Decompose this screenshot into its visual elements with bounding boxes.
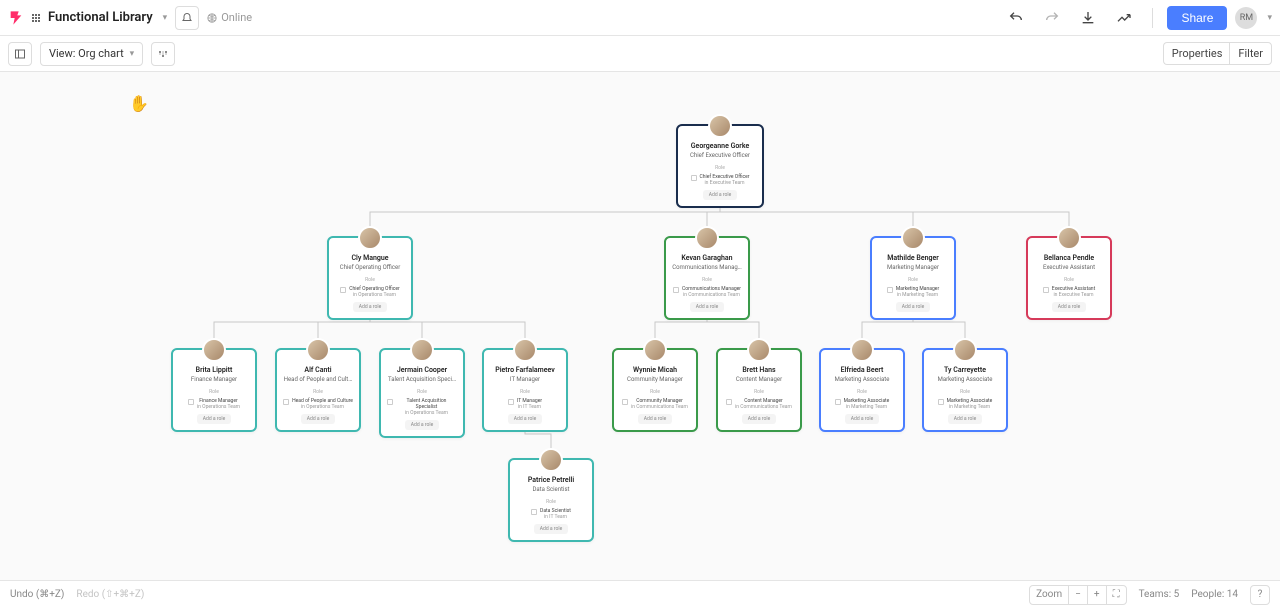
redo-label[interactable]: Redo (⇧+⌘+Z) xyxy=(76,589,144,600)
apps-icon[interactable] xyxy=(32,14,40,22)
card-cm[interactable]: Wynnie Micah Community Manager Role Comm… xyxy=(612,348,698,432)
avatar xyxy=(695,226,719,250)
avatar xyxy=(513,338,537,362)
redo-icon[interactable] xyxy=(1038,4,1066,32)
notification-button[interactable] xyxy=(175,6,199,30)
add-role-button[interactable]: Add a role xyxy=(948,414,982,424)
filter-button[interactable]: Filter xyxy=(1229,42,1272,65)
card-coo[interactable]: Cly Mangue Chief Operating Officer Role … xyxy=(327,236,413,320)
add-role-button[interactable]: Add a role xyxy=(301,414,335,424)
avatar xyxy=(1057,226,1081,250)
download-icon[interactable] xyxy=(1074,4,1102,32)
chevron-down-icon[interactable]: ▾ xyxy=(163,13,168,23)
properties-button[interactable]: Properties xyxy=(1163,42,1231,65)
checkbox[interactable] xyxy=(387,399,393,405)
user-menu-chevron[interactable]: ▾ xyxy=(1267,13,1272,23)
connector-lines xyxy=(0,72,1280,580)
add-role-button[interactable]: Add a role xyxy=(742,414,776,424)
zoom-out[interactable]: − xyxy=(1069,586,1088,604)
zoom-fit[interactable]: ⛶ xyxy=(1107,586,1126,604)
avatar xyxy=(410,338,434,362)
help-button[interactable]: ? xyxy=(1250,585,1270,605)
add-role-button[interactable]: Add a role xyxy=(353,302,387,312)
add-role-button[interactable]: Add a role xyxy=(197,414,231,424)
card-fin[interactable]: Brita Lippitt Finance Manager Role Finan… xyxy=(171,348,257,432)
add-role-button[interactable]: Add a role xyxy=(638,414,672,424)
app-header: Functional Library ▾ Online Share RM ▾ xyxy=(0,0,1280,36)
add-role-button[interactable]: Add a role xyxy=(703,190,737,200)
card-it[interactable]: Pietro Farfalameev IT Manager Role IT Ma… xyxy=(482,348,568,432)
card-mkt-mgr[interactable]: Mathilde Benger Marketing Manager Role M… xyxy=(870,236,956,320)
checkbox[interactable] xyxy=(188,399,194,405)
card-hr[interactable]: Alf Canti Head of People and Cult… Role … xyxy=(275,348,361,432)
checkbox[interactable] xyxy=(938,399,944,405)
checkbox[interactable] xyxy=(887,287,893,293)
card-mkt2[interactable]: Ty Carreyette Marketing Associate Role M… xyxy=(922,348,1008,432)
view-selector[interactable]: View: Org chart▾ xyxy=(40,42,143,66)
zoom-label[interactable]: Zoom xyxy=(1030,586,1069,604)
add-role-button[interactable]: Add a role xyxy=(896,302,930,312)
avatar xyxy=(306,338,330,362)
checkbox[interactable] xyxy=(1043,287,1049,293)
people-count: People: 14 xyxy=(1191,589,1238,600)
avatar xyxy=(747,338,771,362)
checkbox[interactable] xyxy=(691,175,697,181)
avatar xyxy=(643,338,667,362)
checkbox[interactable] xyxy=(340,287,346,293)
checkbox[interactable] xyxy=(283,399,289,405)
card-content[interactable]: Brett Hans Content Manager Role Content … xyxy=(716,348,802,432)
settings-button[interactable] xyxy=(151,42,175,66)
add-role-button[interactable]: Add a role xyxy=(405,420,439,430)
zoom-control: Zoom − + ⛶ xyxy=(1029,585,1126,605)
add-role-button[interactable]: Add a role xyxy=(690,302,724,312)
share-button[interactable]: Share xyxy=(1167,6,1227,30)
hand-cursor-icon: ✋ xyxy=(129,94,149,113)
checkbox[interactable] xyxy=(673,287,679,293)
avatar xyxy=(953,338,977,362)
card-mkt1[interactable]: Elfrieda Beert Marketing Associate Role … xyxy=(819,348,905,432)
online-status: Online xyxy=(207,11,252,24)
avatar xyxy=(708,114,732,138)
footer: Undo (⌘+Z) Redo (⇧+⌘+Z) Zoom − + ⛶ Teams… xyxy=(0,580,1280,608)
sidebar-toggle[interactable] xyxy=(8,42,32,66)
card-comms[interactable]: Kevan Garaghan Communications Manag… Rol… xyxy=(664,236,750,320)
card-ta[interactable]: Jermain Cooper Talent Acquisition Speci…… xyxy=(379,348,465,438)
undo-label[interactable]: Undo (⌘+Z) xyxy=(10,589,64,600)
add-role-button[interactable]: Add a role xyxy=(845,414,879,424)
card-data[interactable]: Patrice Petrelli Data Scientist Role Dat… xyxy=(508,458,594,542)
avatar xyxy=(901,226,925,250)
add-role-button[interactable]: Add a role xyxy=(1052,302,1086,312)
add-role-button[interactable]: Add a role xyxy=(534,524,568,534)
checkbox[interactable] xyxy=(508,399,514,405)
doc-title: Functional Library xyxy=(48,10,153,25)
zoom-in[interactable]: + xyxy=(1088,586,1107,604)
teams-count: Teams: 5 xyxy=(1139,589,1180,600)
add-role-button[interactable]: Add a role xyxy=(508,414,542,424)
app-logo xyxy=(8,10,24,26)
card-ea[interactable]: Bellanca Pendle Executive Assistant Role… xyxy=(1026,236,1112,320)
undo-icon[interactable] xyxy=(1002,4,1030,32)
card-ceo[interactable]: Georgeanne Gorke Chief Executive Officer… xyxy=(676,124,764,208)
avatar xyxy=(539,448,563,472)
canvas[interactable]: ✋ Georgeanne Gorke Chief Executive Offic… xyxy=(0,72,1280,580)
avatar xyxy=(358,226,382,250)
avatar xyxy=(202,338,226,362)
checkbox[interactable] xyxy=(726,399,732,405)
toolbar: View: Org chart▾ Properties Filter xyxy=(0,36,1280,72)
checkbox[interactable] xyxy=(835,399,841,405)
checkbox[interactable] xyxy=(622,399,628,405)
checkbox[interactable] xyxy=(531,509,537,515)
avatar xyxy=(850,338,874,362)
user-avatar[interactable]: RM xyxy=(1235,7,1257,29)
trend-icon[interactable] xyxy=(1110,4,1138,32)
